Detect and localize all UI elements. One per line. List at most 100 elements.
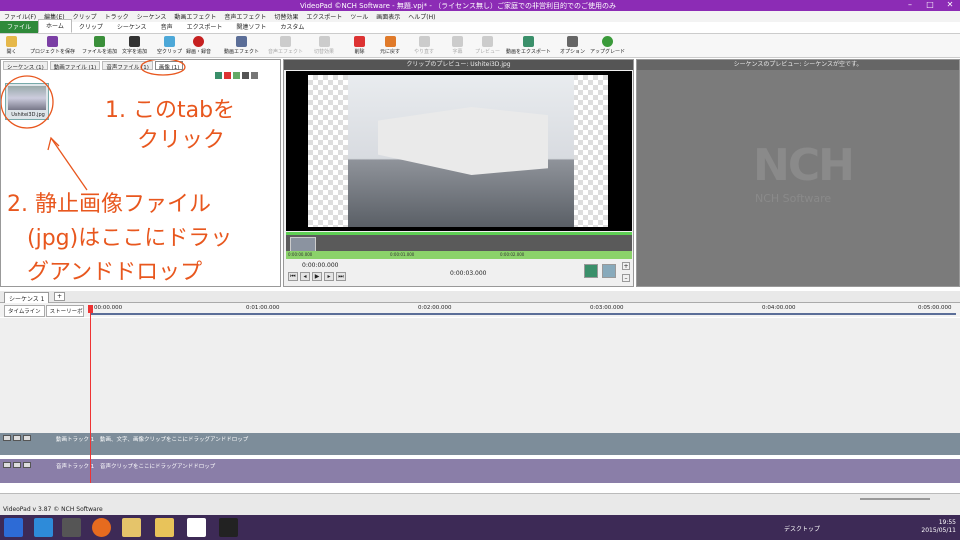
tab-sequence[interactable]: シーケンス [110, 21, 154, 33]
app-icon[interactable] [187, 518, 206, 537]
tab-related[interactable]: 関連ソフト [229, 21, 273, 33]
timeline-ruler-tick: 0:02:00.000 [418, 305, 452, 311]
add-file-button[interactable]: ファイルを追加 [82, 36, 117, 55]
track-lock-icon[interactable] [13, 462, 21, 468]
video-track[interactable]: 動画トラック 1 動画、文字、画像クリップをここにドラッグアンドドロップ [0, 433, 960, 455]
windows-start-icon[interactable] [4, 518, 23, 537]
current-time: 0:00:00.000 [302, 262, 339, 269]
ribbon-tabs: ファイル ホーム クリップ シーケンス 音声 エクスポート 関連ソフト カスタム [0, 19, 960, 53]
track-fx-icon[interactable] [23, 435, 31, 441]
zoom-in-icon[interactable]: + [622, 262, 630, 270]
zoom-out-icon[interactable]: – [622, 274, 630, 282]
tab-timeline[interactable]: タイムライン [4, 305, 45, 317]
track-visible-icon[interactable] [3, 435, 11, 441]
go-start-icon[interactable]: ⏮ [288, 272, 298, 281]
undo-button[interactable]: 元に戻す [380, 36, 400, 55]
video-effects-button[interactable]: 動画エフェクト [224, 36, 259, 55]
playhead-handle[interactable] [88, 305, 93, 313]
menu-track[interactable]: トラック [105, 12, 129, 21]
annotation-2-line3: グアンドドロップ [27, 260, 203, 285]
blank-clip-button[interactable]: 空クリップ [157, 36, 182, 55]
place-in-sequence-icon[interactable] [584, 264, 598, 278]
file-icon[interactable] [122, 518, 141, 537]
timeline-ruler-tick: 0:03:00.000 [590, 305, 624, 311]
annotation-2-line1: 2. 静止画像ファイル [7, 192, 211, 217]
video-fx-icon [236, 36, 247, 47]
add-sequence-icon[interactable]: + [54, 292, 66, 301]
clock[interactable]: 19:55 2015/05/11 [906, 519, 956, 535]
track-mute-icon[interactable] [3, 462, 11, 468]
transitions-button[interactable]: 切替効果 [314, 36, 334, 55]
clip-ruler-tick: 0:00:02.000 [500, 252, 525, 257]
menu-audio-effects[interactable]: 音声エフェクト [224, 12, 266, 21]
close-button[interactable]: ✕ [940, 0, 960, 10]
nch-logo-text: NCH Software [755, 192, 832, 205]
video-track-controls [3, 435, 31, 441]
delete-button[interactable]: 削除 [354, 36, 365, 55]
split-icon[interactable] [602, 264, 616, 278]
preview-button[interactable]: プレビュー [475, 36, 500, 55]
options-button[interactable]: オプション [560, 36, 585, 55]
subtitles-button[interactable]: 字幕 [452, 36, 463, 55]
step-forward-icon[interactable]: ▸ [324, 272, 334, 281]
tab-audio[interactable]: 音声 [154, 21, 180, 33]
add-text-button[interactable]: 文字を追加 [122, 36, 147, 55]
clip-controls: 0:00:00.000 0:00:03.000 ⏮ ◂ ▶ ▸ ⏭ + – [286, 260, 632, 287]
sequence-preview-title: シーケンスのプレビュー: シーケンスが空です。 [637, 60, 959, 70]
tab-clip[interactable]: クリップ [72, 21, 110, 33]
window-title: VideoPad ©NCH Software - 無題.vpj* - （ライセン… [300, 2, 617, 10]
taskbar: デスクトップ 19:55 2015/05/11 [0, 515, 960, 540]
menu-tools[interactable]: ツール [350, 12, 368, 21]
zoom-slider[interactable] [860, 498, 930, 500]
go-end-icon[interactable]: ⏭ [336, 272, 346, 281]
status-bar: VideoPad v 3.87 © NCH Software [0, 493, 960, 515]
menu-help[interactable]: ヘルプ(H) [408, 12, 435, 21]
redo-button[interactable]: やり直す [414, 36, 434, 55]
videopad-icon[interactable] [219, 518, 238, 537]
maximize-button[interactable]: □ [920, 0, 940, 10]
timeline-ruler[interactable]: 00:00.000 0:01:00.000 0:02:00.000 0:03:0… [90, 304, 956, 315]
add-file-icon [94, 36, 105, 47]
menu-file[interactable]: ファイル(F) [4, 12, 36, 21]
record-button[interactable]: 録画・録音 [186, 36, 211, 55]
clip-ruler[interactable]: 0:00:00.000 0:00:01.000 0:00:02.000 [286, 251, 632, 259]
menu-view[interactable]: 画面表示 [376, 12, 400, 21]
menu-sequence[interactable]: シーケンス [137, 12, 167, 21]
audio-effects-button[interactable]: 音声エフェクト [268, 36, 303, 55]
playhead[interactable] [90, 305, 91, 483]
menu-video-effects[interactable]: 動画エフェクト [174, 12, 216, 21]
timeline-body[interactable] [0, 318, 960, 433]
firefox-icon[interactable] [92, 518, 111, 537]
save-project-button[interactable]: プロジェクトを保存 [30, 36, 75, 55]
tab-custom[interactable]: カスタム [273, 21, 311, 33]
annotation-1-line2: クリック [137, 128, 226, 153]
step-back-icon[interactable]: ◂ [300, 272, 310, 281]
open-button[interactable]: 開く [6, 36, 17, 55]
tab-export[interactable]: エクスポート [180, 21, 230, 33]
subtitle-icon [452, 36, 463, 47]
desktop-toolbar[interactable]: デスクトップ [784, 524, 820, 533]
play-icon[interactable]: ▶ [312, 272, 322, 281]
explorer-icon[interactable] [155, 518, 174, 537]
menu-transitions[interactable]: 切替効果 [274, 12, 298, 21]
audio-track[interactable]: 音声トラック 1 音声クリップをここにドラッグアンドドロップ [0, 459, 960, 483]
tab-storyboard[interactable]: ストーリーボード [45, 305, 84, 317]
minimize-button[interactable]: – [900, 0, 920, 10]
annotation-arrow [50, 137, 88, 191]
menu-clip[interactable]: クリップ [73, 12, 97, 21]
upgrade-button[interactable]: アップグレード [590, 36, 625, 55]
preview-image [348, 75, 574, 227]
blank-clip-icon [164, 36, 175, 47]
menu-export[interactable]: エクスポート [306, 12, 342, 21]
timeline-mode-tabs: タイムライン ストーリーボード [4, 305, 84, 317]
tab-home[interactable]: ホーム [38, 19, 72, 33]
ie-icon[interactable] [34, 518, 53, 537]
version-text: VideoPad v 3.87 © NCH Software [3, 506, 103, 513]
track-lock-icon[interactable] [13, 435, 21, 441]
media-bin: シーケンス (1) 動画ファイル (1) 音声ファイル (1) 画像 (1) U… [0, 59, 281, 287]
media-icon[interactable] [62, 518, 81, 537]
tab-file[interactable]: ファイル [0, 21, 39, 33]
clip-viewer[interactable] [286, 71, 632, 231]
track-fx-icon[interactable] [23, 462, 31, 468]
export-video-button[interactable]: 動画をエクスポート [506, 36, 551, 55]
